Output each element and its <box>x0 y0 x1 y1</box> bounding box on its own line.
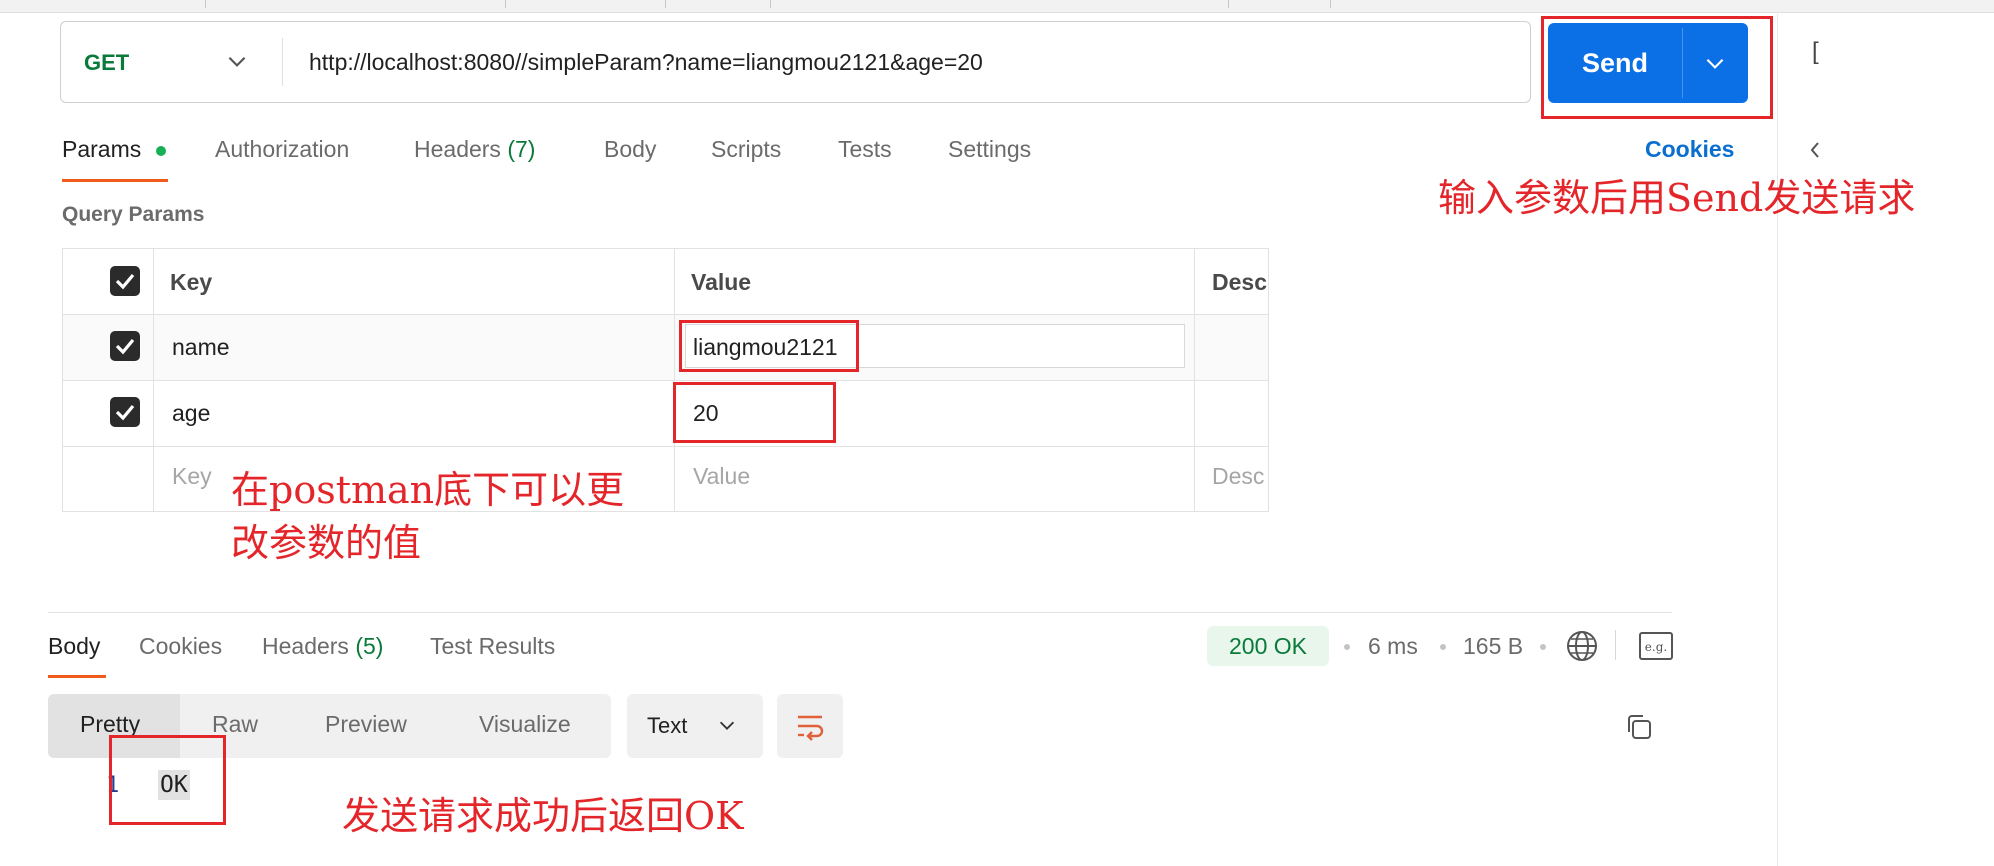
annotation-response-hint: 发送请求成功后返回OK <box>342 794 744 838</box>
param-key-name[interactable]: name <box>172 334 230 361</box>
headers-count: (7) <box>507 136 536 162</box>
table-header-row <box>63 249 1268 315</box>
chevron-down-icon[interactable] <box>224 48 250 74</box>
column-header-key: Key <box>170 269 213 295</box>
format-select-label[interactable]: Text <box>647 713 687 739</box>
value-highlight-box <box>679 320 859 372</box>
view-visualize[interactable]: Visualize <box>479 711 571 738</box>
url-divider <box>282 38 283 86</box>
column-header-description: Desc <box>1212 269 1267 295</box>
view-pretty[interactable]: Pretty <box>80 711 140 738</box>
tab-params[interactable]: Params <box>62 136 141 163</box>
meta-separator-dot <box>1540 644 1546 650</box>
param-key-age[interactable]: age <box>172 400 210 427</box>
response-headers-count: (5) <box>355 633 384 659</box>
table-row <box>63 381 1268 447</box>
copy-icon[interactable] <box>1624 712 1654 742</box>
checkbox-checked-icon[interactable] <box>110 397 140 427</box>
tab-settings[interactable]: Settings <box>948 136 1031 163</box>
value-highlight-box <box>673 382 836 443</box>
globe-icon[interactable] <box>1565 629 1599 663</box>
side-panel-glyph: [ <box>1812 38 1819 65</box>
tab-tests[interactable]: Tests <box>838 136 892 163</box>
param-description-placeholder[interactable]: Desc <box>1212 463 1264 490</box>
view-raw[interactable]: Raw <box>212 711 258 738</box>
response-highlight-box <box>109 735 226 825</box>
annotation-send-hint: 输入参数后用Send发送请求 <box>1438 176 1916 220</box>
example-icon[interactable]: e.g. <box>1639 631 1673 661</box>
url-input[interactable]: http://localhost:8080//simpleParam?name=… <box>309 49 983 76</box>
tab-body[interactable]: Body <box>604 136 656 163</box>
tab-scripts[interactable]: Scripts <box>711 136 781 163</box>
response-active-tab-underline <box>48 675 106 678</box>
response-tab-headers[interactable]: Headers (5) <box>262 633 383 660</box>
tab-headers[interactable]: Headers (7) <box>414 136 535 163</box>
checkbox-checked-icon[interactable] <box>110 266 140 296</box>
chevron-left-icon[interactable] <box>1806 139 1824 161</box>
active-tab-underline <box>62 179 168 182</box>
annotation-params-hint-line1: 在postman底下可以更 <box>231 468 625 512</box>
checkbox-checked-icon[interactable] <box>110 331 140 361</box>
meta-separator-dot <box>1344 644 1350 650</box>
meta-separator-dot <box>1440 644 1446 650</box>
status-badge[interactable]: 200 OK <box>1207 626 1329 666</box>
meta-vertical-separator <box>1615 630 1616 660</box>
query-params-title: Query Params <box>62 203 205 226</box>
param-key-placeholder[interactable]: Key <box>172 463 212 490</box>
wrap-lines-icon[interactable] <box>795 711 825 741</box>
send-highlight-box <box>1541 16 1773 119</box>
param-value-placeholder[interactable]: Value <box>693 463 750 490</box>
svg-text:e.g.: e.g. <box>1645 640 1667 654</box>
method-select[interactable]: GET <box>84 50 129 76</box>
view-preview[interactable]: Preview <box>325 711 407 738</box>
response-tab-cookies[interactable]: Cookies <box>139 633 222 660</box>
cookies-link[interactable]: Cookies <box>1645 136 1734 163</box>
tab-authorization[interactable]: Authorization <box>215 136 349 163</box>
response-size[interactable]: 165 B <box>1463 633 1523 660</box>
params-active-dot <box>156 146 166 156</box>
chevron-down-icon[interactable] <box>716 714 738 736</box>
response-tab-test-results[interactable]: Test Results <box>430 633 555 660</box>
annotation-params-hint-line2: 改参数的值 <box>231 521 422 565</box>
response-tab-body[interactable]: Body <box>48 633 100 660</box>
response-divider <box>48 612 1672 613</box>
response-time[interactable]: 6 ms <box>1368 633 1418 660</box>
window-top-strip <box>0 0 1994 13</box>
column-header-value: Value <box>691 269 752 295</box>
